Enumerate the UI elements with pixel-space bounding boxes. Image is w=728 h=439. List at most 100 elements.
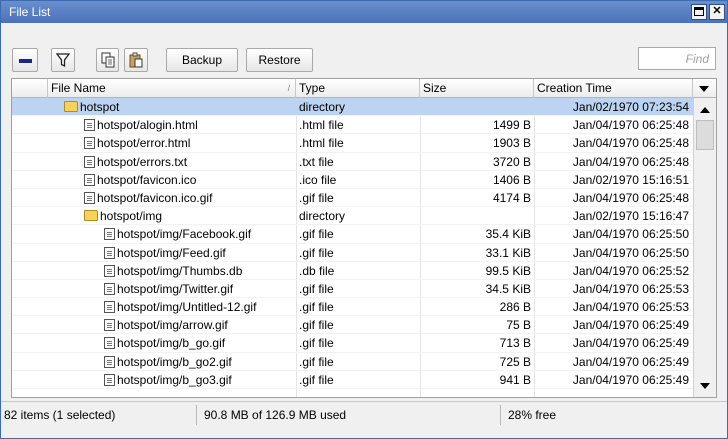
creation-time-cell: Jan/04/1970 06:25:49 [572,336,689,351]
table-row[interactable]: hotspot/img directory Jan/02/1970 15:16:47 [12,207,693,226]
size-cell: 75 B [506,318,531,333]
header-select-column[interactable] [12,79,48,98]
scroll-thumb[interactable] [696,120,714,150]
table-row[interactable]: hotspot/img/b_go.gif .gif file 713 B Jan/04… [12,334,693,353]
sort-ascending-icon: / [287,84,290,93]
status-disk-free: 28% free [508,408,557,422]
toolbar: Backup Restore [1,23,727,73]
find-input[interactable] [638,47,716,70]
type-cell: directory [299,100,346,114]
filter-icon [55,53,71,68]
file-icon [104,337,115,350]
folder-icon [64,101,78,112]
table-row[interactable]: hotspot directory Jan/02/1970 07:23:54 [12,98,693,117]
file-icon [104,264,115,277]
paste-button[interactable] [124,48,148,72]
table-row[interactable]: hotspot/img/arrow.gif .gif file 75 B Jan/04… [12,316,693,335]
creation-time-cell: Jan/04/1970 06:25:48 [572,118,689,133]
file-name-cell: hotspot [52,98,296,116]
creation-time-cell: Jan/02/1970 07:23:54 [572,100,689,114]
restore-button[interactable]: Restore [246,48,313,72]
type-cell: .html file [299,118,344,133]
file-icon [104,282,115,295]
type-cell: .db file [299,263,335,278]
title-bar[interactable]: File List ✕ [1,1,727,23]
scroll-down-icon[interactable] [696,378,714,394]
file-name-cell: hotspot/error.html [52,134,296,152]
creation-time-cell: Jan/04/1970 06:25:50 [572,245,689,260]
size-cell: 35.4 KiB [485,227,531,242]
size-cell [420,207,531,225]
creation-time-cell: Jan/04/1970 06:25:49 [572,318,689,333]
table-row[interactable]: hotspot/img/Untitled-12.gif .gif file 286 … [12,298,693,317]
type-cell: .gif file [299,354,334,369]
table-row[interactable]: hotspot/alogin.html .html file 1499 B Jan/0… [12,116,693,135]
table-row[interactable]: hotspot/img/Thumbs.db .db file 99.5 KiB Jan… [12,262,693,280]
size-cell: 33.1 KiB [485,245,531,260]
file-name-cell: hotspot/alogin.html [52,116,296,134]
file-icon [84,173,95,186]
file-icon [104,246,115,259]
creation-time-cell: Jan/04/1970 06:25:50 [572,227,689,242]
file-icon [84,191,95,204]
size-cell: 3720 B [492,154,531,169]
status-bar: 82 items (1 selected) 90.8 MB of 126.9 M… [1,401,727,425]
file-icon [104,301,115,314]
table-row[interactable]: hotspot/errors.txt .txt file 3720 B Jan/04/… [12,153,693,171]
maximize-button[interactable] [691,4,707,20]
size-cell: 286 B [499,300,531,315]
creation-time-cell: Jan/04/1970 06:25:53 [572,300,689,315]
close-icon: ✕ [712,5,722,17]
table-row[interactable]: hotspot/img/Feed.gif .gif file 33.1 KiB Jan… [12,244,693,262]
creation-time-cell: Jan/04/1970 06:25:48 [572,154,689,169]
table-row[interactable]: hotspot/error.html .html file 1903 B Jan/04… [12,134,693,153]
header-size[interactable]: Size [420,79,534,98]
remove-button[interactable] [12,48,38,72]
creation-time-cell: Jan/04/1970 06:25:49 [572,372,689,387]
file-name-cell: hotspot/img [52,207,296,225]
type-cell: .gif file [299,318,334,333]
file-icon [104,355,115,368]
size-cell: 941 B [499,372,531,387]
type-cell: .gif file [299,300,334,315]
copy-button[interactable] [96,48,119,72]
table-row[interactable]: hotspot/img/b_go3.gif .gif file 941 B Jan/0… [12,371,693,389]
file-list-window: File List ✕ Backup Restore Find File Nam… [0,0,728,439]
table-row[interactable]: hotspot/img/Facebook.gif .gif file 35.4 Ki… [12,225,693,244]
type-cell: directory [299,209,346,224]
file-name-cell: hotspot/favicon.ico.gif [52,189,296,207]
table-body: hotspot directory Jan/02/1970 07:23:54 hots… [12,98,693,389]
paste-icon [129,52,143,68]
type-cell: .html file [299,136,344,151]
size-cell: 4174 B [492,190,531,205]
backup-button[interactable]: Backup [166,48,238,72]
file-icon [104,373,115,386]
file-icon [84,137,95,150]
type-cell: .gif file [299,190,334,205]
file-table: File Name / Type Size Creation Time hots… [11,78,717,398]
size-cell: 725 B [499,354,531,369]
table-row[interactable]: hotspot/img/Twitter.gif .gif file 34.5 KiB… [12,280,693,299]
header-file-name[interactable]: File Name / [48,79,296,98]
table-row[interactable]: hotspot/favicon.ico.gif .gif file 4174 B Ja… [12,189,693,208]
close-button[interactable]: ✕ [709,4,725,20]
status-item-count: 82 items (1 selected) [1,405,197,425]
vertical-scrollbar[interactable] [693,98,716,397]
file-name-cell: hotspot/img/Thumbs.db [52,262,296,280]
type-cell: .txt file [299,154,334,169]
column-menu-button[interactable] [693,79,716,98]
file-icon [84,119,95,132]
creation-time-cell: Jan/04/1970 06:25:48 [572,190,689,205]
file-name-cell: hotspot/img/Facebook.gif [52,225,296,243]
header-type[interactable]: Type [296,79,420,98]
filter-button[interactable] [51,48,75,72]
file-name-cell: hotspot/img/Feed.gif [52,244,296,262]
header-creation-time[interactable]: Creation Time [534,79,693,98]
table-row[interactable]: hotspot/img/b_go2.gif .gif file 725 B Jan/0… [12,353,693,371]
file-name-cell: hotspot/favicon.ico [52,171,296,189]
table-row[interactable]: hotspot/favicon.ico .ico file 1406 B Jan/02… [12,171,693,189]
creation-time-cell: Jan/04/1970 06:25:49 [572,354,689,369]
scroll-up-icon[interactable] [696,102,714,118]
size-cell: 713 B [499,336,531,351]
type-cell: .gif file [299,336,334,351]
